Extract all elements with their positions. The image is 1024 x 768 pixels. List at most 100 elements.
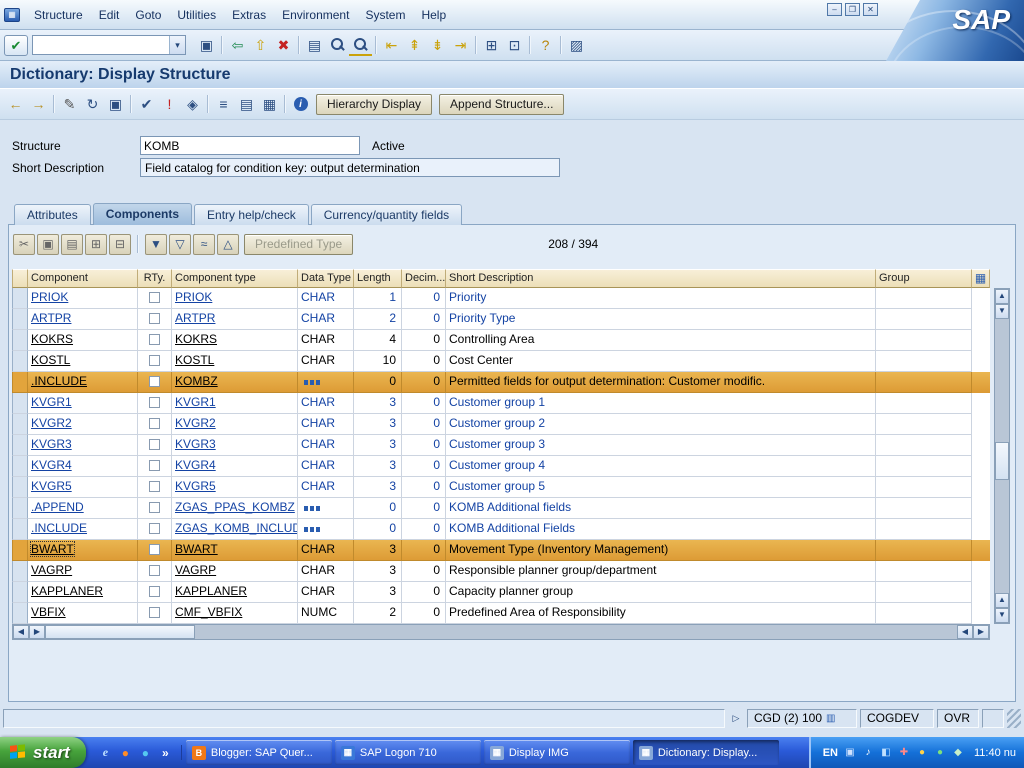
check-icon[interactable]: ✔ — [135, 93, 158, 115]
table-row[interactable]: PRIOK PRIOK CHAR 1 0 Priority — [12, 288, 990, 309]
enter-icon[interactable]: ✔ — [4, 34, 28, 56]
component-type-cell[interactable]: KOKRS — [172, 330, 298, 351]
horizontal-scrollbar[interactable]: ◀ ▶ ◀ ▶ — [12, 624, 990, 640]
component-cell[interactable]: PRIOK — [28, 288, 138, 309]
print-icon[interactable]: ▤ — [303, 34, 326, 56]
row-selector[interactable] — [12, 540, 28, 561]
runtime-object-icon[interactable]: ≡ — [212, 93, 235, 115]
scroll-down-icon[interactable]: ▼ — [995, 304, 1009, 319]
vertical-scroll-track[interactable] — [995, 319, 1009, 593]
row-selector[interactable] — [12, 414, 28, 435]
component-cell[interactable]: .INCLUDE — [28, 372, 138, 393]
tray-display-icon[interactable]: ▣ — [843, 746, 857, 760]
menu-help[interactable]: Help — [413, 6, 454, 24]
technical-settings-icon[interactable]: ▦ — [258, 93, 281, 115]
hierarchy-display-button[interactable]: Hierarchy Display — [316, 93, 433, 115]
select-all-icon[interactable]: ▼ — [145, 233, 167, 255]
row-selector[interactable] — [12, 309, 28, 330]
table-row[interactable]: .APPEND ZGAS_PPAS_KOMBZ 0 0 KOMB Additional … — [12, 498, 990, 519]
component-type-cell[interactable]: KVGR2 — [172, 414, 298, 435]
component-type-cell[interactable]: KVGR5 — [172, 477, 298, 498]
taskbar-task[interactable]: B Blogger: SAP Quer... — [185, 740, 332, 765]
insert-row-icon[interactable]: ⊞ — [85, 233, 107, 255]
row-selector[interactable] — [12, 477, 28, 498]
component-cell[interactable]: ARTPR — [28, 309, 138, 330]
component-type-cell[interactable]: KOSTL — [172, 351, 298, 372]
command-dropdown-icon[interactable]: ▾ — [169, 36, 185, 54]
tray-volume-icon[interactable]: ♪ — [861, 746, 875, 760]
sort-icon[interactable]: ≈ — [193, 233, 215, 255]
layout-menu-icon[interactable]: ▨ — [565, 34, 588, 56]
close-button[interactable]: ✕ — [863, 3, 878, 16]
table-row[interactable]: VAGRP VAGRP CHAR 3 0 Responsible planner grou… — [12, 561, 990, 582]
tab-entry-help-check[interactable]: Entry help/check — [194, 204, 309, 225]
component-cell[interactable]: KOKRS — [28, 330, 138, 351]
component-type-cell[interactable]: CMF_VBFIX — [172, 603, 298, 624]
paste-icon[interactable]: ▤ — [61, 233, 83, 255]
menu-environment[interactable]: Environment — [274, 6, 357, 24]
table-row[interactable]: VBFIX CMF_VBFIX NUMC 2 0 Predefined Area of R… — [12, 603, 990, 624]
tray-antivirus-icon[interactable]: ✚ — [897, 746, 911, 760]
component-type-cell[interactable]: PRIOK — [172, 288, 298, 309]
component-type-cell[interactable]: KOMBZ — [172, 372, 298, 393]
rtype-checkbox[interactable] — [138, 519, 172, 540]
component-cell[interactable]: KVGR4 — [28, 456, 138, 477]
tab-components[interactable]: Components — [92, 203, 193, 225]
vertical-scrollbar[interactable]: ▲ ▼ ▲ ▼ — [994, 288, 1010, 624]
scroll-right-icon[interactable]: ▶ — [973, 625, 989, 639]
table-row[interactable]: KOSTL KOSTL CHAR 10 0 Cost Center — [12, 351, 990, 372]
column-header-group[interactable]: Group — [876, 269, 972, 288]
window-icon[interactable]: ▦ — [4, 7, 20, 22]
activate-icon[interactable]: ! — [158, 93, 181, 115]
firefox-icon[interactable]: ● — [118, 745, 133, 760]
scroll-left-icon[interactable]: ◀ — [957, 625, 973, 639]
refresh-icon[interactable]: ↻ — [81, 93, 104, 115]
component-type-cell[interactable]: ZGAS_PPAS_KOMBZ — [172, 498, 298, 519]
rtype-checkbox[interactable] — [138, 330, 172, 351]
copy-icon[interactable]: ▣ — [37, 233, 59, 255]
taskbar-task[interactable]: ▦ SAP Logon 710 — [334, 740, 481, 765]
insert-overwrite-field[interactable]: OVR — [937, 708, 979, 728]
rtype-checkbox[interactable] — [138, 393, 172, 414]
component-type-cell[interactable]: ARTPR — [172, 309, 298, 330]
component-cell[interactable]: KOSTL — [28, 351, 138, 372]
cancel-icon[interactable]: ✖ — [272, 34, 295, 56]
next-page-icon[interactable]: ⇟ — [426, 34, 449, 56]
table-row[interactable]: BWART BWART CHAR 3 0 Movement Type (Inventory… — [12, 540, 990, 561]
where-used-icon[interactable]: ◈ — [181, 93, 204, 115]
move-up-icon[interactable]: △ — [217, 233, 239, 255]
server-field[interactable]: COGDEV — [860, 708, 934, 728]
scroll-down-icon[interactable]: ▼ — [995, 608, 1009, 623]
tab-attributes[interactable]: Attributes — [14, 204, 91, 225]
rtype-checkbox[interactable] — [138, 498, 172, 519]
find-next-icon[interactable] — [349, 34, 372, 56]
info-icon[interactable] — [289, 93, 312, 115]
last-page-icon[interactable]: ⇥ — [449, 34, 472, 56]
rtype-checkbox[interactable] — [138, 603, 172, 624]
component-type-cell[interactable]: BWART — [172, 540, 298, 561]
forward-icon[interactable]: → — [27, 93, 50, 115]
exit-icon[interactable]: ⇧ — [249, 34, 272, 56]
scroll-right-icon[interactable]: ▶ — [29, 625, 45, 639]
column-header-component-type[interactable]: Component type — [172, 269, 298, 288]
table-row[interactable]: KOKRS KOKRS CHAR 4 0 Controlling Area — [12, 330, 990, 351]
row-selector[interactable] — [12, 351, 28, 372]
table-row[interactable]: KVGR4 KVGR4 CHAR 3 0 Customer group 4 — [12, 456, 990, 477]
horizontal-scroll-thumb[interactable] — [45, 625, 195, 639]
component-type-cell[interactable]: KVGR3 — [172, 435, 298, 456]
create-shortcut-icon[interactable]: ⊡ — [503, 34, 526, 56]
row-selector[interactable] — [12, 372, 28, 393]
component-type-cell[interactable]: KVGR1 — [172, 393, 298, 414]
tray-safely-remove-icon[interactable]: ◆ — [951, 746, 965, 760]
table-row[interactable]: ARTPR ARTPR CHAR 2 0 Priority Type — [12, 309, 990, 330]
vertical-scroll-thumb[interactable] — [995, 442, 1009, 481]
component-cell[interactable]: .APPEND — [28, 498, 138, 519]
language-indicator[interactable]: EN — [823, 747, 838, 759]
component-cell[interactable]: KVGR1 — [28, 393, 138, 414]
tray-update-icon[interactable]: ● — [915, 746, 929, 760]
rtype-checkbox[interactable] — [138, 288, 172, 309]
overflow-chevron-icon[interactable]: » — [158, 745, 173, 760]
component-type-cell[interactable]: ZGAS_KOMB_INCLUDE — [172, 519, 298, 540]
component-type-cell[interactable]: KAPPLANER — [172, 582, 298, 603]
rtype-checkbox[interactable] — [138, 477, 172, 498]
